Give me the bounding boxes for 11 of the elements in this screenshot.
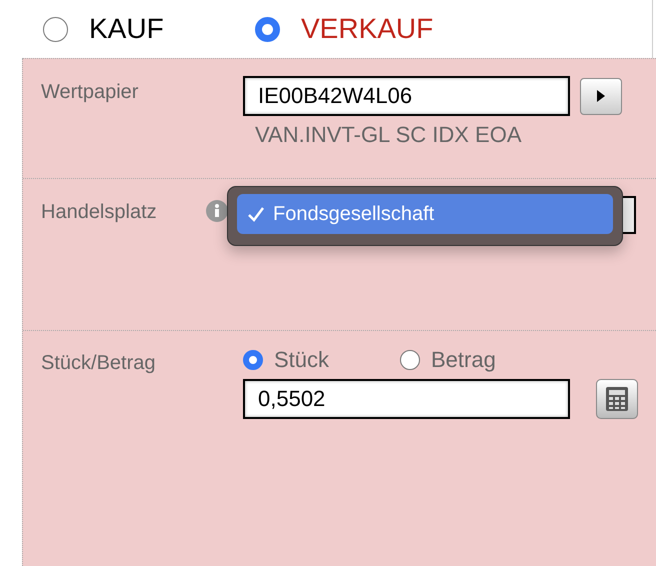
quantity-field[interactable]: 0,5502 [243,379,570,419]
mode-radio[interactable]: Stück [243,347,400,373]
order-type-radio[interactable]: VERKAUF [255,13,467,45]
security-field[interactable]: IE00B42W4L06 [243,76,570,116]
order-type-radio[interactable]: KAUF [43,13,255,45]
dropdown-option[interactable]: Fondsgesellschaft [237,194,613,234]
field-label: Stück/Betrag [41,351,156,376]
field-label: Wertpapier [41,80,138,105]
mode-radio[interactable]: Betrag [400,347,557,373]
field-label: Handelsplatz [41,200,157,225]
security-name: VAN.INVT-GL SC IDX EOA [254,122,523,148]
